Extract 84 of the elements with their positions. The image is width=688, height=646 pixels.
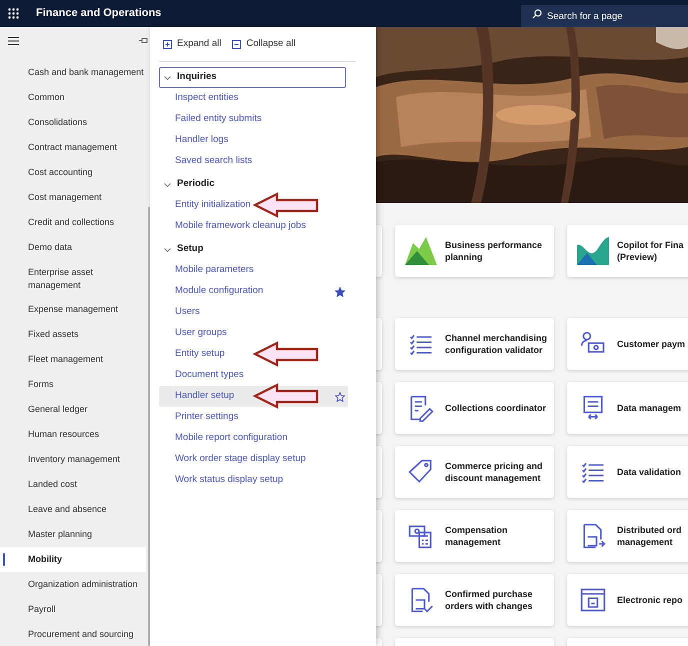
group-header[interactable]: Setup [159, 239, 346, 260]
tile-title: Commerce pricing and discount management [445, 460, 543, 484]
chevron-icon [164, 76, 171, 80]
hills-icon [405, 235, 437, 267]
nav-item[interactable]: Master planning [0, 522, 146, 547]
workspace-tile[interactable]: Business performance planning [395, 225, 554, 277]
nav-item[interactable]: Human resources [0, 422, 146, 447]
nav-item[interactable]: Fleet management [0, 347, 146, 372]
menu-link[interactable]: Work status display setup [159, 470, 348, 491]
tile-title: Collections coordinator [445, 402, 546, 414]
minus-box-icon [232, 40, 242, 48]
workspace-tile[interactable]: Copilot for Fina (Preview) [567, 225, 688, 277]
nav-item[interactable]: Fixed assets [0, 322, 146, 347]
workspace-tile[interactable]: Distributed ord management [567, 510, 688, 562]
nav-item[interactable]: Common [0, 85, 146, 110]
menu-link[interactable]: Inspect entities [159, 88, 348, 109]
workspace-tile[interactable]: Electronic repo [567, 574, 688, 626]
expand-all-button[interactable]: Expand all [163, 36, 222, 52]
nav-item[interactable]: Expense management [0, 297, 146, 322]
nav-item[interactable]: Credit and collections [0, 210, 146, 235]
workspace-tile[interactable]: Data validation [567, 446, 688, 498]
menu-link[interactable]: Module configuration [159, 281, 348, 302]
nav-item[interactable]: Cost accounting [0, 160, 146, 185]
nav-item[interactable]: Enterprise asset management [0, 260, 146, 297]
menu-link[interactable]: Saved search lists [159, 151, 348, 172]
wave-hills-icon [577, 235, 609, 267]
chevron-icon [164, 182, 171, 186]
tile-title: Data managem [617, 402, 682, 414]
tile-title: Data validation [617, 466, 682, 478]
search-field[interactable]: Search for a page [521, 5, 688, 27]
nav-item[interactable]: Consolidations [0, 110, 146, 135]
workspace-tile[interactable]: Customer paym [567, 318, 688, 370]
nav-item[interactable]: General ledger [0, 397, 146, 422]
nav-item[interactable]: Cash and bank management [0, 60, 146, 85]
tile-title: Copilot for Fina (Preview) [617, 238, 684, 264]
nav-item[interactable]: Payroll [0, 597, 146, 622]
nav-item[interactable]: Cost management [0, 185, 146, 210]
tile-title: Electronic repo [617, 594, 683, 606]
tile-title: Confirmed purchase orders with changes [445, 588, 533, 612]
plus-box-icon [163, 40, 172, 48]
nav-item[interactable]: Contract management [0, 135, 146, 160]
nav-item[interactable]: Leave and absence [0, 497, 146, 522]
menu-link[interactable]: Printer settings [159, 407, 348, 428]
tile-title: Customer paym [617, 338, 686, 350]
chevron-icon [164, 248, 171, 252]
menu-link[interactable]: Mobile report configuration [159, 428, 348, 449]
menu-link[interactable]: User groups [159, 323, 348, 344]
star-icon[interactable] [335, 286, 345, 296]
menu-link[interactable]: Entity setup [159, 344, 348, 365]
collapse-all-button[interactable]: Collapse all [232, 36, 296, 52]
tile-title: Compensation management [445, 524, 508, 548]
group-header[interactable]: Inquiries [159, 67, 346, 88]
nav-item[interactable]: Mobility [0, 547, 146, 572]
menu-link[interactable]: Mobile parameters [159, 260, 348, 281]
tile-title: Channel merchandising configuration validator [445, 332, 548, 356]
group-header[interactable]: Periodic [159, 174, 346, 195]
tile-title: Business performance planning [445, 238, 542, 264]
nav-item[interactable]: Landed cost [0, 472, 146, 497]
nav-item[interactable]: Procurement and sourcing [0, 622, 146, 646]
app-launcher-icon[interactable] [8, 8, 19, 19]
nav-item[interactable]: Demo data [0, 235, 146, 260]
workspace-tile[interactable]: Commerce pricing and discount management [395, 446, 554, 498]
menu-link[interactable]: Users [159, 302, 348, 323]
nav-item[interactable]: Forms [0, 372, 146, 397]
tile-title: Distributed ord management [617, 524, 682, 548]
report-icon [579, 586, 607, 614]
menu-link[interactable]: Work order stage display setup [159, 449, 348, 470]
menu-link[interactable]: Document types [159, 365, 348, 386]
workspace-tile[interactable]: Channel merchandising configuration validator [395, 318, 554, 370]
pin-icon[interactable] [139, 37, 148, 44]
menu-link[interactable]: Failed entity submits [159, 109, 348, 130]
workspace-tile[interactable]: Confirmed purchase orders with changes [395, 574, 554, 626]
workspace-tile[interactable]: Data managem [567, 382, 688, 434]
star-icon[interactable] [335, 392, 345, 402]
search-icon [532, 8, 542, 18]
nav-item[interactable]: Organization administration [0, 572, 146, 597]
app-title: Finance and Operations [36, 6, 162, 22]
menu-link[interactable]: Mobile framework cleanup jobs [159, 216, 348, 237]
nav-item[interactable]: Inventory management [0, 447, 146, 472]
menu-link[interactable]: Entity initialization [159, 195, 348, 216]
workspace-tile[interactable]: Collections coordinator [395, 382, 554, 434]
workspace-tile[interactable]: Compensation management [395, 510, 554, 562]
menu-link[interactable]: Handler logs [159, 130, 348, 151]
menu-icon[interactable] [8, 36, 19, 44]
